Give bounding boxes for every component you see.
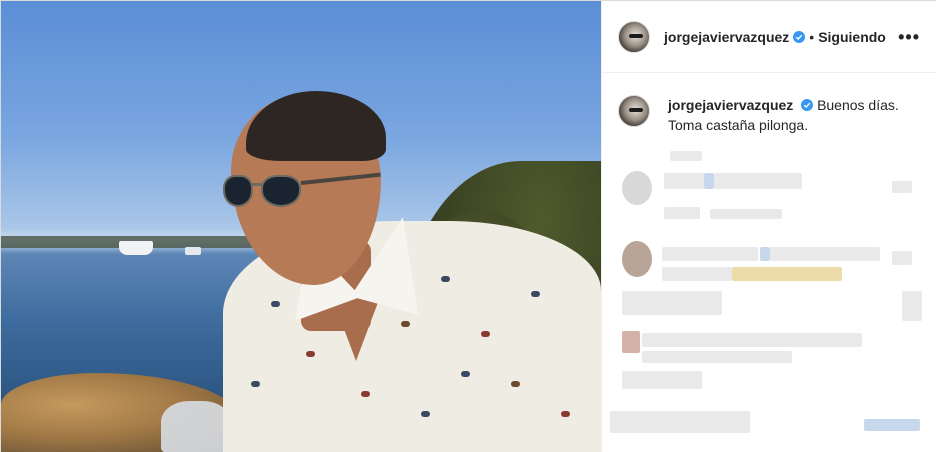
shirt-pattern — [461, 371, 470, 377]
person-hair — [246, 91, 386, 161]
shirt-pattern — [511, 381, 520, 387]
verified-badge-icon — [801, 99, 814, 111]
post-caption: jorgejaviervazquez Buenos días. Toma cas… — [602, 73, 936, 135]
ellipsis-icon[interactable]: ••• — [898, 28, 920, 46]
photo-boat — [119, 241, 153, 255]
author-username[interactable]: jorgejaviervazquez — [664, 29, 789, 45]
author-avatar[interactable] — [618, 20, 650, 53]
caption-avatar[interactable] — [618, 95, 650, 127]
post-side-panel: jorgejaviervazquez • Siguiendo ••• jorge… — [601, 1, 936, 452]
shirt-pattern — [251, 381, 260, 387]
shirt-pattern — [271, 301, 280, 307]
instagram-post: jorgejaviervazquez • Siguiendo ••• jorge… — [0, 0, 936, 452]
shirt-pattern — [401, 321, 410, 327]
caption-username[interactable]: jorgejaviervazquez — [668, 97, 793, 113]
shirt-pattern — [306, 351, 315, 357]
shirt-pattern — [361, 391, 370, 397]
caption-line-1: Buenos días. — [817, 97, 899, 113]
shirt-pattern — [561, 411, 570, 417]
caption-line-2: Toma castaña pilonga. — [668, 117, 809, 133]
header-separator: • — [809, 28, 815, 45]
shirt-pattern — [481, 331, 490, 337]
post-photo[interactable] — [1, 1, 601, 452]
photo-boat-small — [185, 247, 201, 255]
post-header: jorgejaviervazquez • Siguiendo ••• — [602, 1, 936, 73]
person-sunglasses — [221, 172, 381, 209]
verified-badge-icon — [793, 30, 806, 43]
following-button[interactable]: Siguiendo — [818, 29, 886, 45]
shirt-pattern — [441, 276, 450, 282]
shirt-pattern — [421, 411, 430, 417]
photo-person — [211, 91, 601, 452]
shirt-pattern — [531, 291, 540, 297]
caption-text: jorgejaviervazquez Buenos días. Toma cas… — [668, 95, 899, 135]
